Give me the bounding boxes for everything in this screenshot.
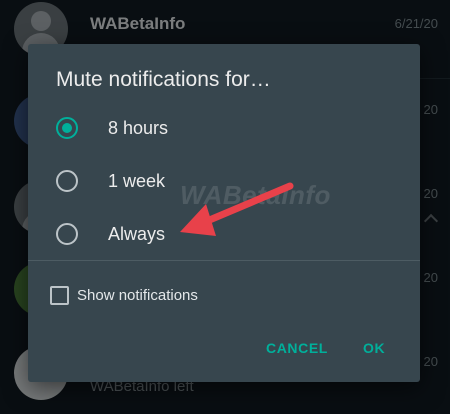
ok-button[interactable]: OK <box>363 340 385 356</box>
show-notifications-checkbox-row[interactable]: Show notifications <box>50 286 198 305</box>
radio-selected-icon[interactable] <box>56 117 78 139</box>
radio-option-8-hours[interactable]: 8 hours <box>56 110 396 146</box>
divider <box>28 260 420 261</box>
radio-unselected-icon[interactable] <box>56 223 78 245</box>
radio-label: Always <box>108 223 166 244</box>
cancel-button[interactable]: CANCEL <box>266 340 328 356</box>
radio-label: 1 week <box>108 170 166 191</box>
radio-label: 8 hours <box>108 117 169 138</box>
checkbox-label: Show notifications <box>77 287 198 304</box>
mute-dialog: Mute notifications for… 8 hours 1 week A… <box>28 44 420 382</box>
checkbox-icon[interactable] <box>50 286 69 305</box>
dialog-title: Mute notifications for… <box>56 68 271 91</box>
radio-option-always[interactable]: Always <box>56 216 396 252</box>
watermark: WABetaInfo <box>180 180 331 210</box>
radio-unselected-icon[interactable] <box>56 170 78 192</box>
